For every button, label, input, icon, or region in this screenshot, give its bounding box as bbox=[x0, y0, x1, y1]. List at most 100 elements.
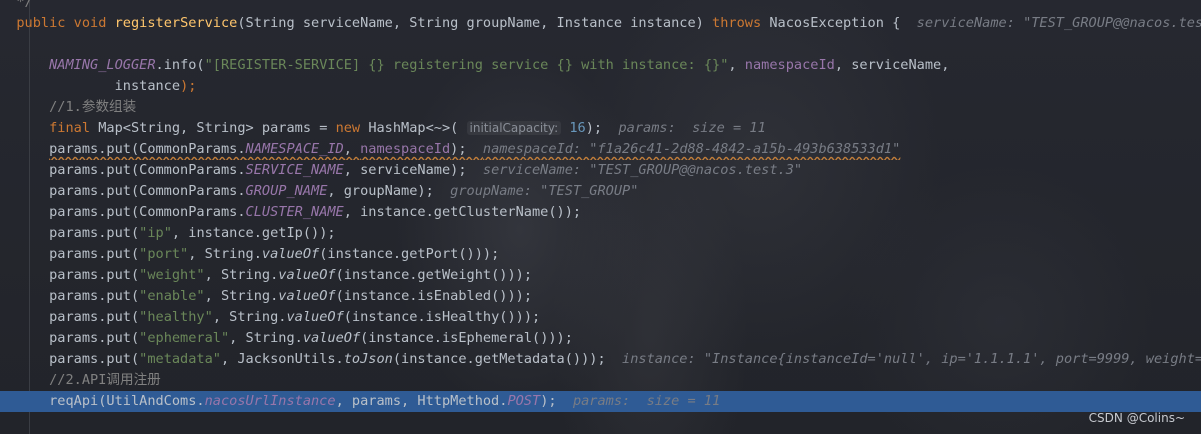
code-token: namespaceId bbox=[744, 57, 835, 73]
code-token: HashMap<~>( bbox=[368, 120, 467, 136]
code-token: params.put( bbox=[49, 246, 140, 262]
code-token: (instance.isEnabled())); bbox=[335, 288, 533, 304]
code-token: "metadata" bbox=[139, 351, 221, 367]
code-token: ); bbox=[585, 120, 619, 136]
code-token: params.put(CommonParams. bbox=[49, 204, 246, 220]
code-token: (instance.getMetadata())); bbox=[392, 351, 623, 367]
code-line-current[interactable]: reqApi(UtilAndComs.nacosUrlInstance, par… bbox=[0, 391, 1201, 412]
code-line[interactable]: */ bbox=[0, 0, 1201, 13]
code-content: params.put("port", String.valueOf(instan… bbox=[49, 246, 499, 262]
code-token: "enable" bbox=[139, 288, 205, 304]
code-line[interactable] bbox=[0, 34, 1201, 55]
code-token: valueOf bbox=[302, 330, 361, 346]
parameter-hint: initialCapacity: bbox=[466, 121, 562, 135]
code-token: final bbox=[49, 120, 99, 136]
code-token: GROUP_NAME bbox=[245, 183, 328, 199]
code-token: NacosException { bbox=[769, 15, 917, 31]
code-token: namespaceId bbox=[360, 141, 451, 157]
code-line[interactable]: params.put("healthy", String.valueOf(ins… bbox=[0, 307, 1201, 328]
code-token: valueOf bbox=[261, 246, 320, 262]
code-token: instance bbox=[114, 78, 181, 94]
code-token: (String serviceName, String groupName, I… bbox=[237, 15, 713, 31]
code-token: "healthy" bbox=[139, 309, 213, 325]
code-token: valueOf bbox=[278, 288, 336, 304]
code-content: reqApi(UtilAndComs.nacosUrlInstance, par… bbox=[49, 393, 720, 409]
code-line[interactable]: instance); bbox=[0, 76, 1201, 97]
code-token: (instance.getWeight())); bbox=[335, 267, 533, 283]
code-line[interactable]: params.put(CommonParams.NAMESPACE_ID, na… bbox=[0, 139, 1201, 160]
code-token: params.put( bbox=[49, 225, 140, 241]
code-token: Map<String, String> params = bbox=[98, 120, 336, 136]
code-token: //2.API调用注册 bbox=[49, 372, 161, 388]
code-token: params.put( bbox=[49, 351, 140, 367]
code-token: POST bbox=[507, 393, 541, 409]
code-line[interactable]: params.put("port", String.valueOf(instan… bbox=[0, 244, 1201, 265]
code-line[interactable]: params.put("enable", String.valueOf(inst… bbox=[0, 286, 1201, 307]
code-line[interactable]: params.put("ip", instance.getIp()); bbox=[0, 223, 1201, 244]
code-token: , bbox=[728, 57, 745, 73]
code-token: , serviceName, bbox=[834, 57, 950, 73]
code-line[interactable]: final Map<String, String> params = new H… bbox=[0, 118, 1201, 139]
code-token: , serviceName); bbox=[343, 162, 483, 178]
code-content: final Map<String, String> params = new H… bbox=[49, 120, 766, 136]
code-content: params.put(CommonParams.NAMESPACE_ID, na… bbox=[49, 141, 900, 157]
code-token: public void bbox=[16, 15, 115, 31]
code-token: .info( bbox=[155, 57, 205, 73]
watermark: CSDN @Colins~ bbox=[1088, 411, 1185, 425]
code-token: , bbox=[343, 141, 361, 157]
code-line[interactable]: params.put("metadata", JacksonUtils.toJs… bbox=[0, 349, 1201, 370]
code-token: (instance.isHealthy())); bbox=[343, 309, 541, 325]
code-content: params.put("ephemeral", String.valueOf(i… bbox=[49, 330, 573, 346]
code-token: valueOf bbox=[278, 267, 336, 283]
code-token: , String. bbox=[229, 330, 303, 346]
code-token: registerService bbox=[114, 15, 238, 31]
code-line[interactable]: params.put("weight", String.valueOf(inst… bbox=[0, 265, 1201, 286]
code-content: //2.API调用注册 bbox=[49, 372, 161, 388]
code-line[interactable]: //2.API调用注册 bbox=[0, 370, 1201, 391]
code-token: , String. bbox=[204, 288, 279, 304]
code-token: ); bbox=[540, 393, 573, 409]
code-token: params.put(CommonParams. bbox=[49, 162, 246, 178]
code-content: NAMING_LOGGER.info("[REGISTER-SERVICE] {… bbox=[49, 57, 949, 73]
code-token: //1.参数组装 bbox=[49, 99, 137, 115]
code-line[interactable]: params.put(CommonParams.SERVICE_NAME, se… bbox=[0, 160, 1201, 181]
code-line[interactable]: NAMING_LOGGER.info("[REGISTER-SERVICE] {… bbox=[0, 55, 1201, 76]
code-token: NAMING_LOGGER bbox=[49, 57, 156, 73]
code-token: "ip" bbox=[139, 225, 172, 241]
code-token: (instance.isEphemeral())); bbox=[360, 330, 573, 346]
code-token: reqApi(UtilAndComs. bbox=[49, 393, 205, 409]
code-token: , groupName); bbox=[327, 183, 451, 199]
code-line[interactable]: params.put(CommonParams.CLUSTER_NAME, in… bbox=[0, 202, 1201, 223]
code-editor[interactable]: */ public void registerService(String se… bbox=[0, 0, 1201, 434]
code-token: , instance.getClusterName()); bbox=[343, 204, 582, 220]
code-line[interactable]: public void registerService(String servi… bbox=[0, 13, 1201, 34]
code-token: new bbox=[335, 120, 369, 136]
debug-inline-value: serviceName: "TEST_GROUP@@nacos.test.3" bbox=[482, 162, 803, 178]
code-token: params.put(CommonParams. bbox=[49, 141, 246, 157]
code-token: ); bbox=[450, 141, 483, 157]
code-line[interactable]: params.put(CommonParams.GROUP_NAME, grou… bbox=[0, 181, 1201, 202]
code-token: "weight" bbox=[139, 267, 205, 283]
code-line[interactable]: params.put("ephemeral", String.valueOf(i… bbox=[0, 328, 1201, 349]
code-content: params.put(CommonParams.SERVICE_NAME, se… bbox=[49, 162, 802, 178]
code-token: nacosUrlInstance bbox=[204, 393, 336, 409]
code-token: , instance.getIp()); bbox=[171, 225, 336, 241]
debug-inline-value: namespaceId: "f1a26c41-2d88-4842-a15b-49… bbox=[482, 141, 901, 157]
code-content: params.put(CommonParams.CLUSTER_NAME, in… bbox=[49, 204, 581, 220]
code-line[interactable]: //1.参数组装 bbox=[0, 97, 1201, 118]
code-content: public void registerService(String servi… bbox=[16, 15, 1201, 31]
code-token: "ephemeral" bbox=[139, 330, 230, 346]
code-token: (instance.getPort())); bbox=[319, 246, 500, 262]
